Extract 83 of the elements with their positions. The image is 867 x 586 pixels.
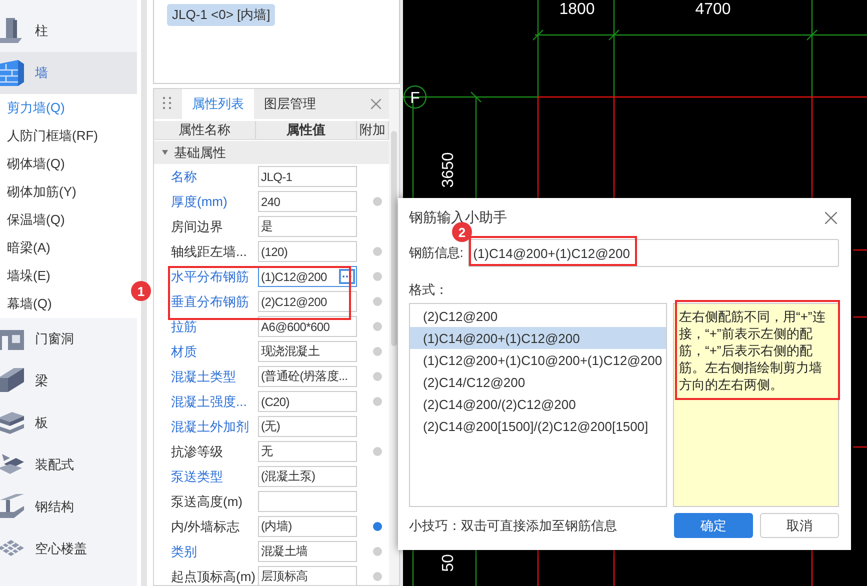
subcategory-item[interactable]: 暗梁(A) <box>0 234 137 262</box>
help-text: 左右侧配筋不同，用“+”连接，“+”前表示左侧的配筋，“+”后表示右侧的配筋。左右侧指绘制剪力墙方向的左右两侧。 <box>673 303 839 507</box>
dimension-label: 4700 <box>695 1 731 18</box>
subcategory-item[interactable]: 保温墙(Q) <box>0 206 137 234</box>
property-name: 内/外墙标志 <box>170 518 241 536</box>
property-value-field[interactable]: A6@600*600 <box>258 316 357 337</box>
cancel-button[interactable]: 取消 <box>760 513 839 538</box>
attached-indicator[interactable] <box>372 522 382 531</box>
category-item[interactable]: 板 <box>0 402 137 444</box>
tip-text: 小技巧：双击可直接添加至钢筋信息 <box>409 516 618 534</box>
property-name: 类别 <box>170 542 198 560</box>
dimension-label: 1800 <box>559 1 595 18</box>
group-header[interactable]: 基础属性 <box>154 141 389 164</box>
subcategory-item[interactable]: 剪力墙(Q) <box>0 94 137 122</box>
property-value-field[interactable]: 无 <box>258 441 357 462</box>
panel-tab[interactable]: 属性列表 <box>182 89 254 119</box>
group-label: 基础属性 <box>174 144 226 162</box>
property-name: 混凝土外加剂 <box>170 418 250 436</box>
property-name: 拉筋 <box>170 318 198 336</box>
property-value-field[interactable]: 混凝土墙 <box>258 541 357 562</box>
dimension-label: 50 <box>440 554 457 572</box>
format-label: 格式： <box>409 282 448 297</box>
property-value-field[interactable]: (无) <box>258 416 357 437</box>
component-item[interactable]: JLQ-1 <0> [内墙] <box>167 4 276 26</box>
format-option[interactable]: (2)C14/C12@200 <box>410 371 666 393</box>
property-value-field[interactable] <box>258 491 357 512</box>
property-name: 泵送类型 <box>170 468 224 486</box>
subcategory-item[interactable]: 砌体加筋(Y) <box>0 178 137 206</box>
property-value-field[interactable]: (普通砼(坍落度... <box>258 366 357 387</box>
property-name: 名称 <box>170 168 198 186</box>
format-option[interactable]: (1)C12@200+(1)C10@200+(1)C12@200 <box>410 349 666 371</box>
format-option[interactable]: (1)C14@200+(1)C12@200 <box>410 327 666 349</box>
dimension-label: 3650 <box>440 152 457 188</box>
property-value-field[interactable]: 层顶标高 <box>258 566 357 585</box>
property-value-field[interactable]: (内墙) <box>258 516 357 537</box>
property-value-field[interactable]: 是 <box>258 216 357 237</box>
property-value-field[interactable]: (2)C12@200 <box>258 291 357 312</box>
column-icon <box>0 16 24 46</box>
panel-tab[interactable]: 图层管理 <box>254 89 326 119</box>
scrollbar[interactable] <box>391 131 397 346</box>
property-name: 房间边界 <box>170 218 224 236</box>
property-name: 混凝土类型 <box>170 368 237 386</box>
category-item[interactable]: 装配式 <box>0 444 137 486</box>
format-option[interactable]: (2)C14@200/(2)C12@200 <box>410 393 666 415</box>
property-name: 垂直分布钢筋 <box>170 292 250 310</box>
close-icon[interactable] <box>371 99 381 109</box>
property-value-field[interactable]: 现浇混凝土 <box>258 341 357 362</box>
column-header: 属性名称 <box>154 121 256 139</box>
category-item[interactable]: 柱 <box>0 10 137 52</box>
property-value-field[interactable]: (120) <box>258 241 357 262</box>
category-item[interactable]: 空心楼盖 <box>0 528 137 570</box>
field-label: 钢筋信息: <box>409 244 464 262</box>
axis-label: F <box>410 90 420 107</box>
subcategory-item[interactable]: 砌体墙(Q) <box>0 150 137 178</box>
property-name: 轴线距左墙... <box>170 242 248 260</box>
category-item[interactable]: 梁 <box>0 360 137 402</box>
brick-wall-icon <box>0 58 24 88</box>
property-name: 水平分布钢筋 <box>170 268 250 286</box>
property-name: 材质 <box>170 342 198 360</box>
format-option[interactable]: (2)C12@200 <box>410 305 666 327</box>
property-value-field[interactable]: JLQ-1 <box>258 166 357 187</box>
collapse-icon <box>162 150 168 155</box>
rebar-input-field[interactable]: (1)C14@200+(1)C12@200 <box>468 239 839 267</box>
category-item[interactable]: 钢结构 <box>0 486 137 528</box>
drag-handle-icon[interactable] <box>162 97 172 111</box>
format-option[interactable]: (2)C14@200[1500]/(2)C12@200[1500] <box>410 415 666 437</box>
property-name: 抗渗等级 <box>170 442 224 460</box>
property-name: 起点顶标高(m) <box>170 568 256 585</box>
axis-bubble <box>403 85 427 109</box>
property-value-field[interactable]: 240 <box>258 191 357 212</box>
ok-button[interactable]: 确定 <box>674 513 753 538</box>
category-item[interactable]: 墙 <box>0 52 137 94</box>
property-name: 厚度(mm) <box>170 192 228 210</box>
column-header: 属性值 <box>256 121 357 139</box>
property-value-field[interactable]: (C20) <box>258 391 357 412</box>
property-value-field[interactable]: (混凝土泵) <box>258 466 357 487</box>
property-name: 泵送高度(m) <box>170 492 244 510</box>
category-item[interactable]: 门窗洞 <box>0 318 137 360</box>
property-value-field[interactable]: (1)C12@200 <box>258 266 357 287</box>
property-name: 混凝土强度... <box>170 392 248 410</box>
more-icon[interactable] <box>339 269 355 284</box>
subcategory-item[interactable]: 人防门框墙(RF) <box>0 122 137 150</box>
close-icon[interactable] <box>825 212 837 224</box>
